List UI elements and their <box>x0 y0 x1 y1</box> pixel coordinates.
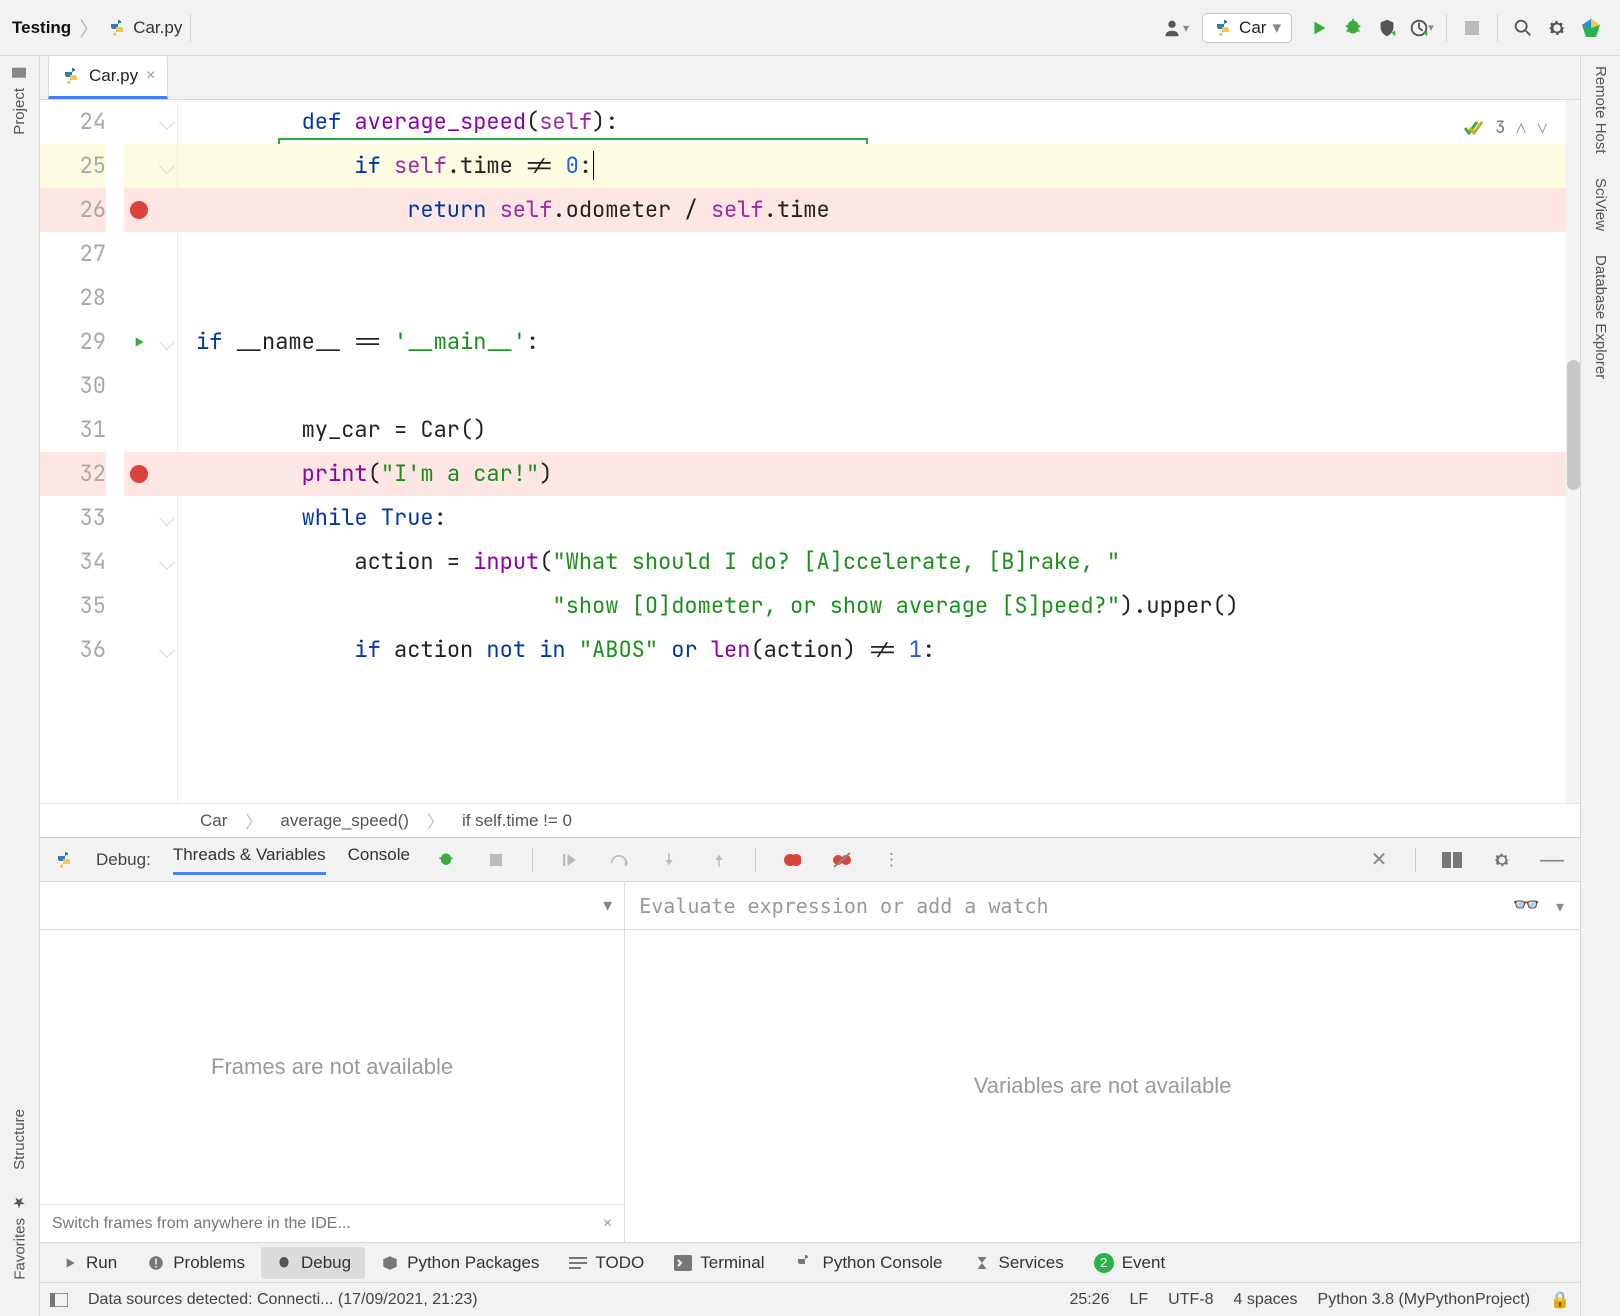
chevron-down-icon: ▾ <box>1272 18 1281 38</box>
close-panel-icon[interactable]: ✕ <box>1365 846 1393 874</box>
glasses-icon[interactable]: 👓 <box>1513 893 1540 918</box>
minimize-icon[interactable]: — <box>1538 846 1566 874</box>
step-out-icon <box>705 846 733 874</box>
user-icon[interactable]: ▾ <box>1158 11 1192 45</box>
tool-python-packages[interactable]: Python Packages <box>367 1247 553 1279</box>
breadcrumb-project[interactable]: Testing <box>12 18 71 38</box>
python-file-icon <box>61 66 81 86</box>
tool-python-console[interactable]: Python Console <box>780 1247 956 1279</box>
sidebar-structure[interactable]: Structure <box>11 1109 28 1170</box>
frames-placeholder: Frames are not available <box>40 930 624 1204</box>
tip-text: Switch frames from anywhere in the IDE..… <box>52 1215 603 1233</box>
gear-icon[interactable] <box>1488 846 1516 874</box>
gear-icon[interactable] <box>1540 11 1574 45</box>
sidebar-favorites[interactable]: Favorites ★ <box>11 1194 29 1280</box>
editor-breadcrumbs[interactable]: Car〉 average_speed()〉 if self.time != 0 <box>40 803 1580 837</box>
chevron-down-icon[interactable]: ▾ <box>1554 894 1566 918</box>
tool-services[interactable]: Services <box>959 1247 1078 1279</box>
tool-run[interactable]: Run <box>48 1247 131 1279</box>
step-into-icon <box>655 846 683 874</box>
code-area[interactable]: 3 ˄ ˅ def average_speed(self): if self.t… <box>178 100 1566 803</box>
view-breakpoints-icon[interactable] <box>778 846 806 874</box>
stop-icon <box>482 846 510 874</box>
python-icon <box>1213 18 1233 38</box>
debug-button[interactable] <box>1336 11 1370 45</box>
right-tool-strip: Remote Host SciView Database Explorer <box>1580 56 1620 1316</box>
layout-icon[interactable] <box>1438 846 1466 874</box>
code-editor[interactable]: 24252627282930313233343536 3 ˄ ˅ def ave… <box>40 100 1580 803</box>
bottom-tool-buttons: Run Problems Debug Python Packages TODO … <box>40 1242 1580 1282</box>
status-encoding[interactable]: UTF-8 <box>1168 1291 1213 1309</box>
watch-input[interactable]: Evaluate expression or add a watch <box>639 894 1048 918</box>
top-toolbar: Testing 〉 Car.py ▾ Car ▾ ▾ <box>0 0 1620 56</box>
step-over-icon <box>605 846 633 874</box>
event-badge: 2 <box>1094 1253 1114 1273</box>
gutter-breakpoints[interactable] <box>124 100 154 803</box>
python-file-icon <box>107 18 127 38</box>
folder-icon <box>12 66 28 82</box>
scrollbar[interactable] <box>1566 100 1580 803</box>
run-gutter-icon[interactable] <box>131 334 147 350</box>
debug-title: Debug: <box>96 850 151 870</box>
breadcrumb-sep: 〉 <box>79 13 99 42</box>
mute-breakpoints-icon[interactable] <box>828 846 856 874</box>
run-config-selector[interactable]: Car ▾ <box>1202 13 1292 43</box>
sidebar-remote-host[interactable]: Remote Host <box>1592 66 1609 154</box>
sidebar-sciview[interactable]: SciView <box>1592 178 1609 231</box>
breadcrumb-file[interactable]: Car.py <box>107 18 182 38</box>
run-button[interactable] <box>1302 11 1336 45</box>
resume-icon <box>555 846 583 874</box>
status-lock-icon[interactable]: 🔒 <box>1550 1290 1570 1310</box>
star-icon: ★ <box>11 1194 29 1212</box>
tool-terminal[interactable]: Terminal <box>660 1247 778 1279</box>
gutter-line-numbers: 24252627282930313233343536 <box>40 100 124 803</box>
status-interpreter[interactable]: Python 3.8 (MyPythonProject) <box>1318 1291 1531 1309</box>
status-bar: Data sources detected: Connecti... (17/0… <box>40 1282 1580 1316</box>
tool-problems[interactable]: Problems <box>133 1247 259 1279</box>
status-message[interactable]: Data sources detected: Connecti... (17/0… <box>88 1291 478 1309</box>
tab-threads-variables[interactable]: Threads & Variables <box>173 845 326 875</box>
tool-todo[interactable]: TODO <box>555 1247 658 1279</box>
status-line-sep[interactable]: LF <box>1129 1291 1148 1309</box>
stop-button <box>1455 11 1489 45</box>
tab-console[interactable]: Console <box>348 845 410 875</box>
sidebar-project[interactable]: Project <box>11 66 28 135</box>
status-position[interactable]: 25:26 <box>1069 1291 1109 1309</box>
vars-placeholder: Variables are not available <box>625 930 1580 1242</box>
python-icon <box>54 850 74 870</box>
tool-event-log[interactable]: 2Event <box>1080 1247 1179 1279</box>
sidebar-database[interactable]: Database Explorer <box>1592 255 1609 379</box>
left-tool-strip: Project Structure Favorites ★ <box>0 56 40 1316</box>
coverage-button[interactable] <box>1370 11 1404 45</box>
close-icon[interactable]: × <box>146 67 155 85</box>
tool-windows-icon[interactable] <box>50 1293 68 1307</box>
tool-debug[interactable]: Debug <box>261 1247 365 1279</box>
editor-tabs: Car.py × <box>40 56 1580 100</box>
debug-tool-window: Debug: Threads & Variables Console ⋮ ✕ <box>40 837 1580 1242</box>
search-icon[interactable] <box>1506 11 1540 45</box>
chevron-down-icon[interactable]: ▾ <box>603 895 612 916</box>
jetbrains-icon[interactable] <box>1574 11 1608 45</box>
profile-button[interactable]: ▾ <box>1404 11 1438 45</box>
editor-tab-car[interactable]: Car.py × <box>48 55 168 99</box>
gutter-folding[interactable] <box>154 100 178 803</box>
close-icon[interactable]: × <box>603 1215 612 1233</box>
rerun-icon[interactable] <box>432 846 460 874</box>
frames-header[interactable]: ▾ <box>40 882 624 930</box>
breakpoint-icon[interactable] <box>130 201 148 219</box>
breakpoint-icon[interactable] <box>130 465 148 483</box>
status-indent[interactable]: 4 spaces <box>1233 1291 1297 1309</box>
more-icon[interactable]: ⋮ <box>878 846 906 874</box>
